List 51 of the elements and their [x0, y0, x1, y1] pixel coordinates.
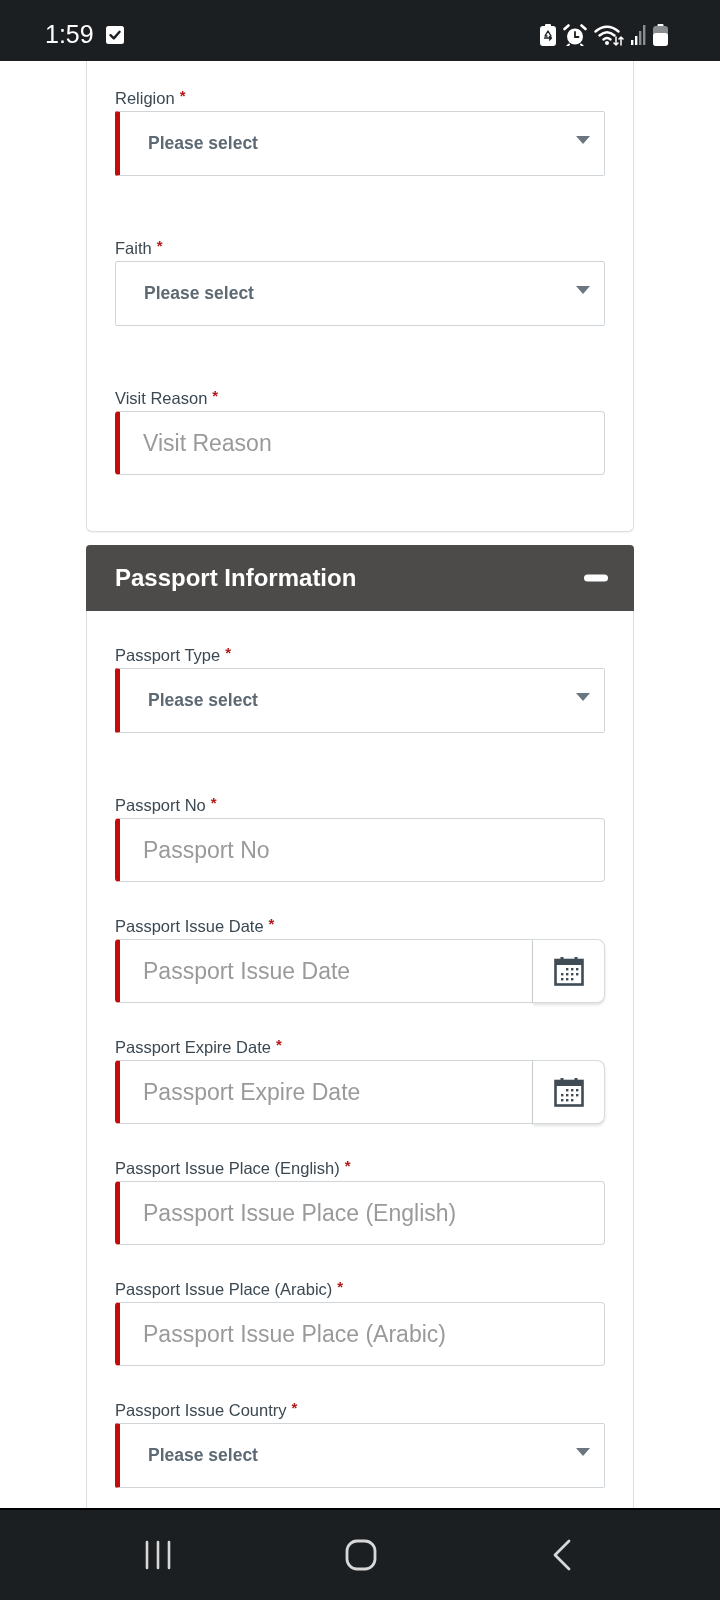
calendar-button[interactable] — [533, 1060, 605, 1124]
alarm-clock-icon — [563, 23, 587, 46]
date-field[interactable]: Passport Issue Date — [115, 939, 533, 1003]
wifi-icon — [594, 23, 624, 46]
calendar-icon — [553, 956, 584, 986]
battery-saver-icon — [540, 23, 556, 46]
required-asterisk: * — [212, 388, 219, 404]
field-label: Passport Issue Place (Arabic) — [115, 1279, 333, 1299]
caret-icon — [576, 135, 590, 144]
required-asterisk: * — [268, 916, 275, 932]
calendar-icon — [553, 1077, 584, 1107]
field-label: Passport Expire Date — [115, 1037, 271, 1057]
select-field[interactable]: Please select — [115, 261, 605, 326]
recent-apps-icon[interactable] — [144, 1540, 172, 1570]
text-field[interactable]: Passport Issue Place (Arabic) — [115, 1302, 605, 1366]
home-icon[interactable] — [345, 1539, 377, 1571]
field-label: Passport Type — [115, 645, 221, 665]
select-field[interactable]: Please select — [115, 111, 605, 176]
field-label: Passport No — [115, 795, 206, 815]
battery-icon — [653, 23, 668, 46]
minus-icon[interactable] — [584, 574, 608, 582]
field-label: Passport Issue Place (English) — [115, 1158, 340, 1178]
back-icon[interactable] — [552, 1539, 572, 1571]
caret-icon — [576, 692, 590, 701]
select-field[interactable]: Please select — [115, 1423, 605, 1488]
signal-icon — [631, 24, 646, 45]
caret-icon — [576, 285, 590, 294]
checkbox-notification-icon — [105, 25, 124, 44]
status-time: 1:59 — [45, 20, 94, 49]
required-asterisk: * — [210, 795, 217, 811]
field-label: Faith — [115, 238, 152, 258]
required-asterisk: * — [179, 88, 186, 104]
field-label: Visit Reason — [115, 388, 208, 408]
text-field[interactable]: Passport Issue Place (English) — [115, 1181, 605, 1245]
section-title: Passport Information — [115, 564, 357, 592]
field-label: Passport Issue Country — [115, 1400, 287, 1420]
select-field[interactable]: Please select — [115, 668, 605, 733]
required-asterisk: * — [225, 645, 231, 661]
required-asterisk: * — [344, 1158, 351, 1174]
text-field[interactable]: Visit Reason — [115, 411, 605, 475]
calendar-button[interactable] — [533, 939, 605, 1003]
field-label: Religion — [115, 88, 175, 108]
required-asterisk: * — [337, 1279, 344, 1295]
text-field[interactable]: Passport No — [115, 818, 605, 882]
field-label: Passport Issue Date — [115, 916, 264, 936]
required-asterisk: * — [291, 1400, 298, 1416]
required-asterisk: * — [275, 1037, 282, 1053]
required-asterisk: * — [156, 238, 163, 254]
caret-icon — [576, 1447, 590, 1456]
date-field[interactable]: Passport Expire Date — [115, 1060, 533, 1124]
section-header[interactable]: Passport Information — [86, 545, 634, 611]
